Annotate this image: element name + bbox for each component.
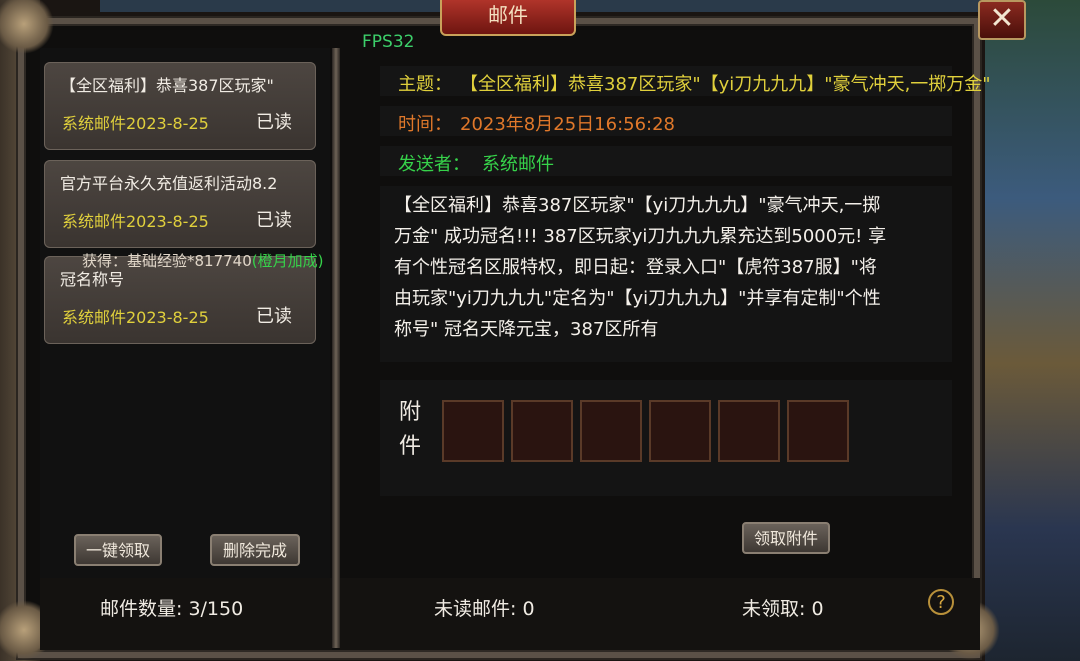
mail-sender-date: 系统邮件2023-8-25 — [62, 308, 209, 327]
subject-value: 【全区福利】恭喜387区玩家"【yi刀九九九】"豪气冲天,一掷万金" — [460, 74, 991, 95]
mail-sender-date: 系统邮件2023-8-25 — [62, 114, 209, 133]
subject-label: 主题： — [398, 74, 452, 95]
attachment-slot[interactable] — [649, 400, 711, 462]
mail-status: 已读 — [256, 112, 292, 133]
mail-subject: 官方平台永久充值返利活动8.2 — [60, 174, 278, 193]
sender-value: 系统邮件 — [482, 154, 554, 175]
mail-body-text: 【全区福利】恭喜387区玩家"【yi刀九九九】"豪气冲天,一掷万金" 成功冠名!… — [394, 195, 887, 340]
window-title: 邮件 — [440, 0, 576, 36]
sender-label: 发送者： — [398, 154, 470, 175]
reward-bonus: (橙月加成) — [251, 252, 324, 270]
game-scene-right — [985, 0, 1080, 661]
mail-body: 【全区福利】恭喜387区玩家"【yi刀九九九】"豪气冲天,一掷万金" 成功冠名!… — [380, 186, 952, 362]
attachment-slot[interactable] — [442, 400, 504, 462]
mail-subject: 【全区福利】恭喜387区玩家" — [60, 76, 274, 95]
time-value: 2023年8月25日16:56:28 — [460, 114, 676, 135]
close-button[interactable]: ✕ — [978, 0, 1026, 40]
dragon-ornament-icon — [0, 0, 54, 54]
claim-attachment-button[interactable]: 领取附件 — [742, 522, 830, 554]
attachment-slot[interactable] — [580, 400, 642, 462]
reward-text: 获得：基础经验*817740 — [82, 252, 252, 270]
panel-divider — [332, 48, 340, 648]
unclaimed-count: 未领取: 0 — [742, 598, 824, 620]
mail-status: 已读 — [256, 210, 292, 231]
attachment-slot[interactable] — [787, 400, 849, 462]
attachment-slot[interactable] — [511, 400, 573, 462]
reward-toast: 获得：基础经验*817740(橙月加成) — [82, 250, 323, 271]
mail-sender-date: 系统邮件2023-8-25 — [62, 212, 209, 231]
attachment-area: 附件 — [380, 380, 952, 496]
unread-count: 未读邮件: 0 — [434, 598, 535, 620]
fps-counter: FPS32 — [362, 32, 415, 52]
time-label: 时间： — [398, 114, 452, 135]
mail-status: 已读 — [256, 306, 292, 327]
sender-row: 发送者： 系统邮件 — [380, 146, 952, 176]
collect-all-button[interactable]: 一键领取 — [74, 534, 162, 566]
attachment-label: 附件 — [398, 400, 421, 459]
help-icon[interactable]: ? — [928, 589, 954, 615]
subject-row: 主题： 【全区福利】恭喜387区玩家"【yi刀九九九】"豪气冲天,一掷万金" — [380, 66, 991, 96]
time-row: 时间： 2023年8月25日16:56:28 — [380, 106, 952, 136]
attachment-slot[interactable] — [718, 400, 780, 462]
delete-done-button[interactable]: 删除完成 — [210, 534, 300, 566]
mail-list-item[interactable]: 官方平台永久充值返利活动8.2 系统邮件2023-8-25 已读 — [44, 160, 316, 248]
mail-count: 邮件数量: 3/150 — [100, 598, 244, 620]
mail-list-item[interactable]: 【全区福利】恭喜387区玩家" 系统邮件2023-8-25 已读 — [44, 62, 316, 150]
